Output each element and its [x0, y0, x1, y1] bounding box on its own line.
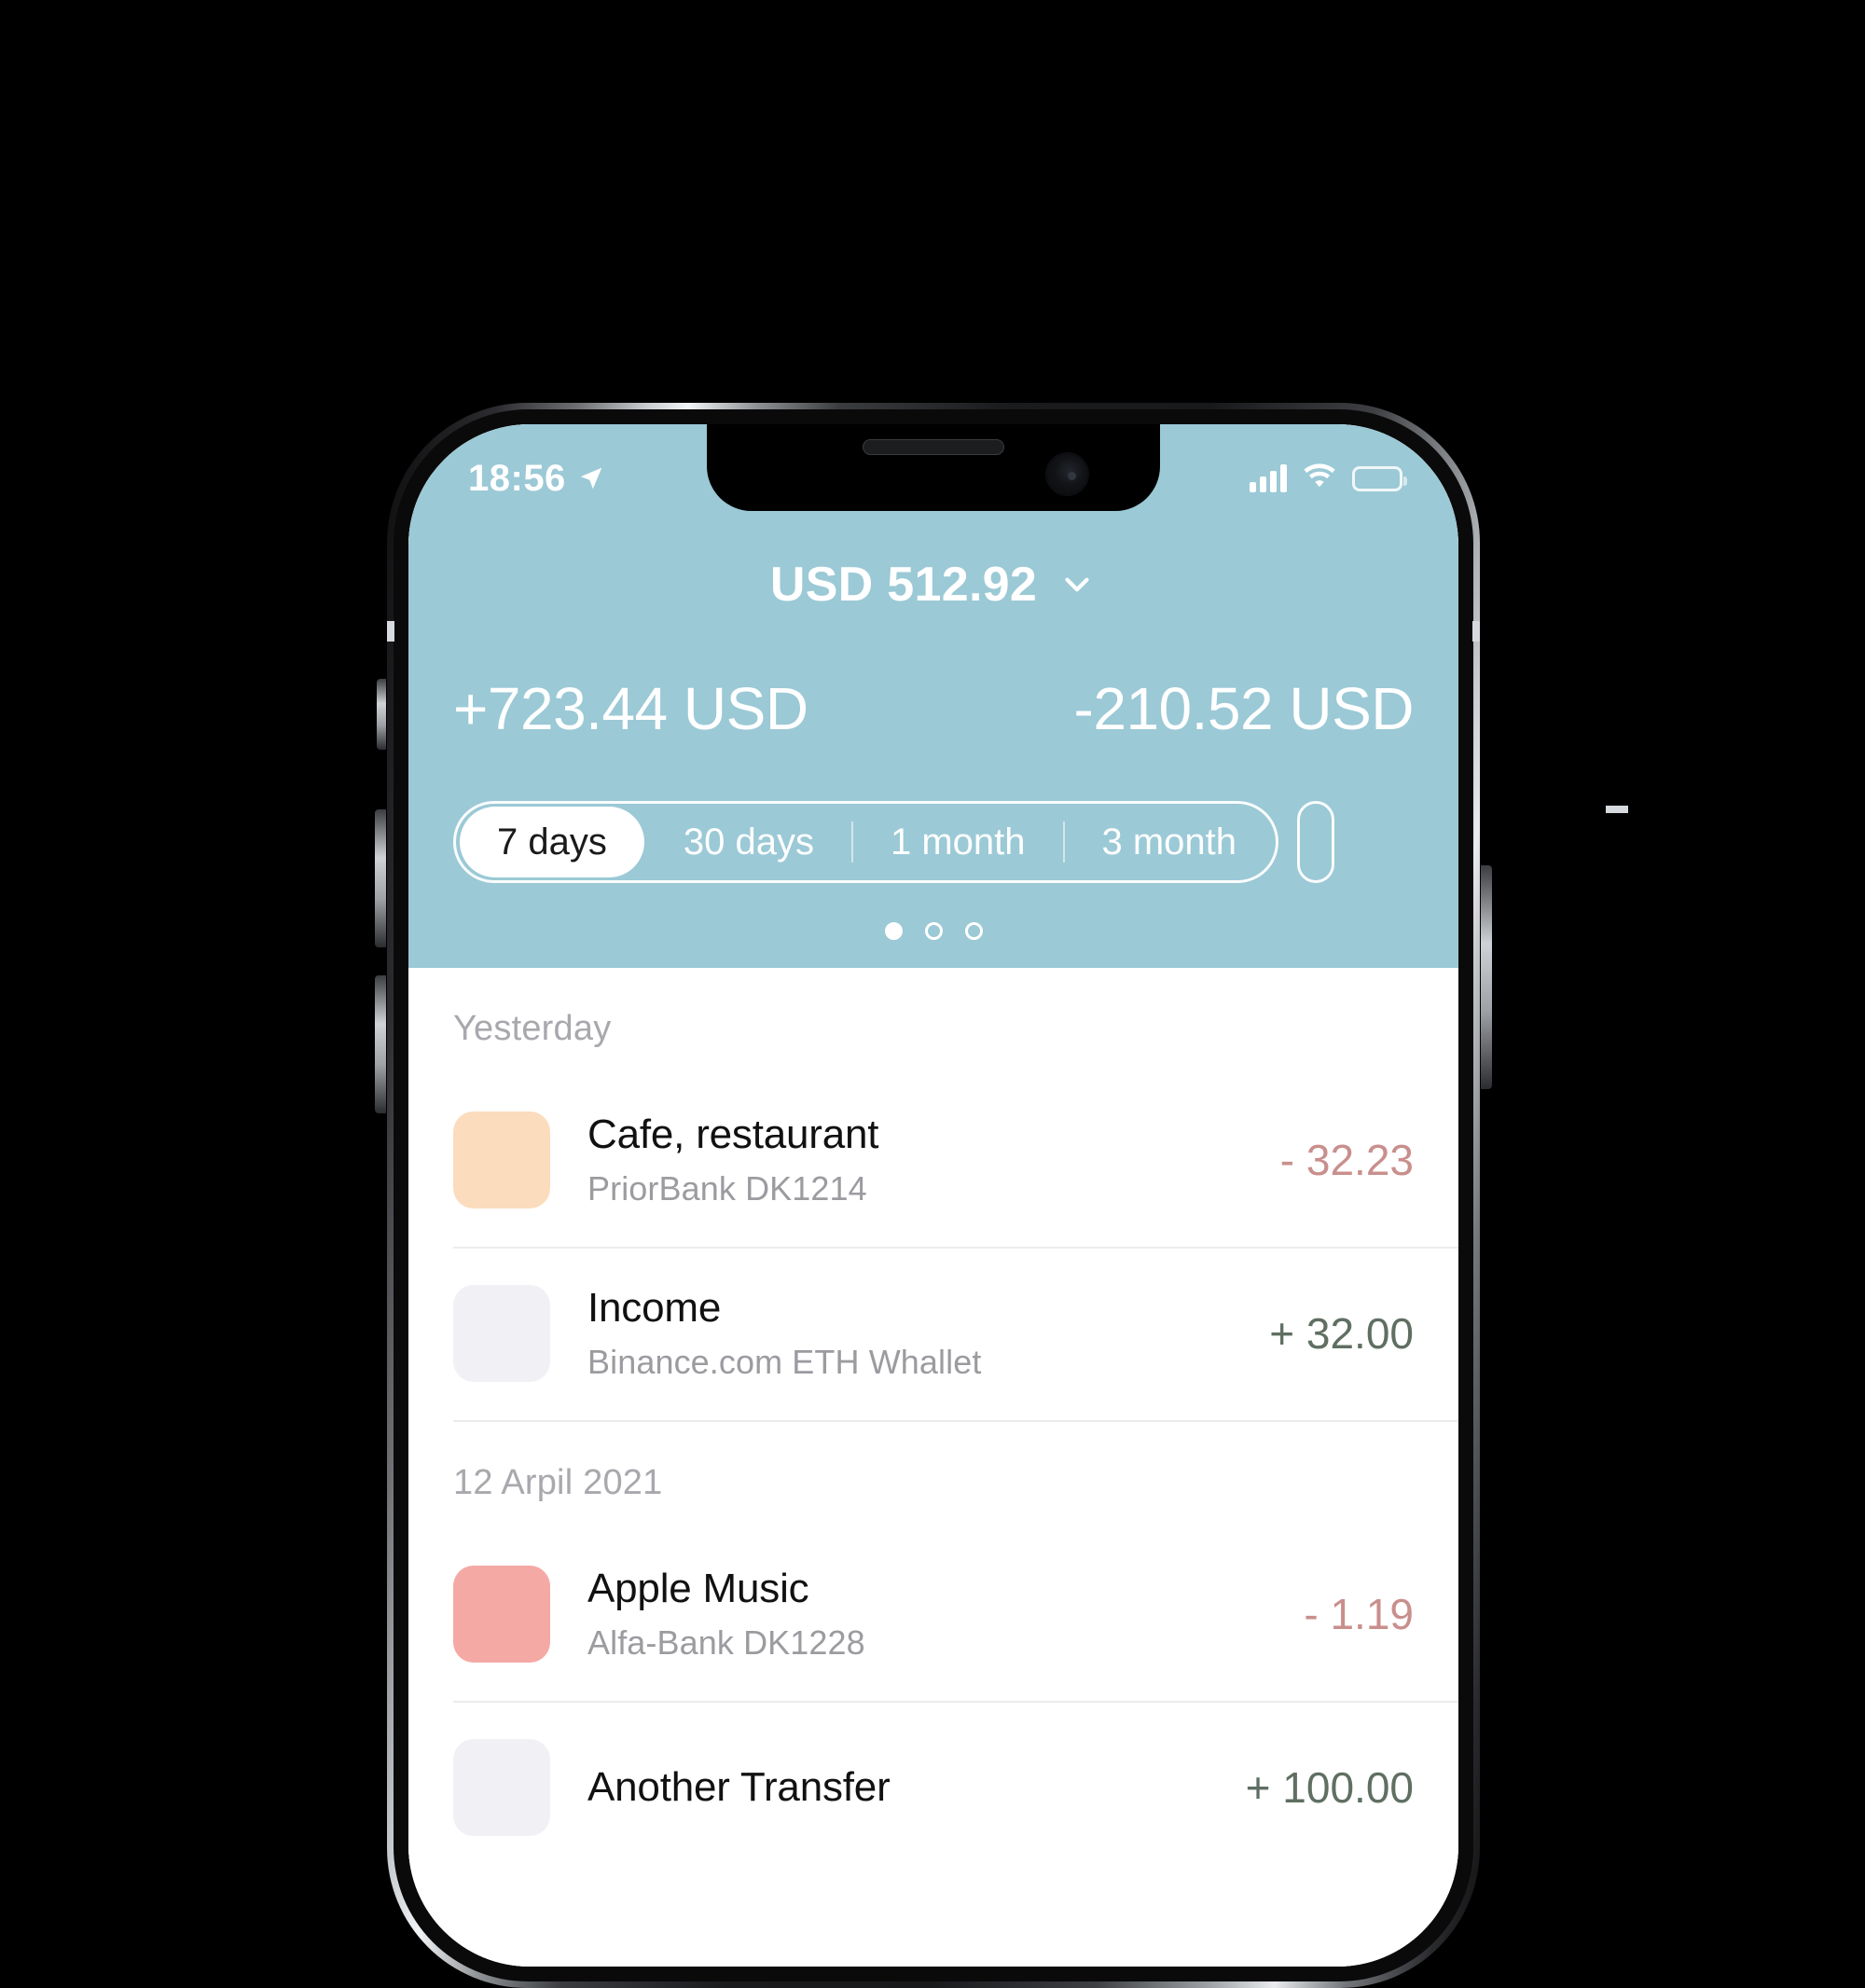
transaction-text: Cafe, restaurant PriorBank DK1214	[587, 1111, 1280, 1208]
transaction-amount: + 100.00	[1245, 1763, 1414, 1812]
table-row[interactable]: Apple Music Alfa-Bank DK1228 - 1.19	[408, 1527, 1458, 1701]
antenna-band-right	[1472, 621, 1480, 642]
transaction-subtitle: Binance.com ETH Whallet	[587, 1343, 982, 1381]
silent-switch[interactable]	[377, 679, 386, 750]
transaction-text: Another Transfer	[587, 1764, 1246, 1811]
transaction-title: Apple Music	[587, 1566, 809, 1611]
income-total: +723.44 USD	[453, 675, 808, 742]
transaction-amount: + 32.00	[1269, 1309, 1414, 1358]
status-bar-right	[1250, 462, 1407, 494]
battery-full-icon	[1352, 465, 1407, 491]
expense-total: -210.52 USD	[1073, 675, 1415, 742]
period-tab-1-month[interactable]: 1 month	[853, 807, 1063, 877]
category-icon	[453, 1111, 550, 1208]
status-time: 18:56	[468, 457, 566, 499]
transaction-title: Cafe, restaurant	[587, 1111, 879, 1157]
phone-screen: 18:56 USD 512.92 +723.44 USD -210.52 USD…	[408, 424, 1458, 1967]
transaction-text: Apple Music Alfa-Bank DK1228	[587, 1566, 1304, 1663]
totals-row: +723.44 USD -210.52 USD	[408, 674, 1458, 743]
transaction-amount: - 1.19	[1304, 1590, 1414, 1638]
wifi-icon	[1303, 462, 1336, 494]
table-row[interactable]: Another Transfer + 100.00	[408, 1701, 1458, 1874]
category-icon	[453, 1739, 550, 1836]
table-row[interactable]: Income Binance.com ETH Whallet + 32.00	[408, 1247, 1458, 1420]
volume-up-button[interactable]	[375, 809, 386, 947]
chevron-down-icon[interactable]	[1057, 565, 1097, 604]
date-header-yesterday: Yesterday	[453, 1009, 612, 1048]
page-dots[interactable]	[408, 922, 1458, 968]
notch	[707, 424, 1160, 511]
transaction-text: Income Binance.com ETH Whallet	[587, 1285, 1269, 1382]
category-icon	[453, 1566, 550, 1663]
antenna-band-top	[1606, 806, 1628, 813]
app-root: 18:56 USD 512.92 +723.44 USD -210.52 USD…	[408, 424, 1458, 1967]
status-bar-left: 18:56	[468, 458, 605, 500]
volume-down-button[interactable]	[375, 975, 386, 1113]
transaction-subtitle: PriorBank DK1214	[587, 1169, 867, 1208]
balance-amount: USD 512.92	[769, 558, 1038, 612]
category-icon	[453, 1285, 550, 1382]
page-dot-3[interactable]	[964, 922, 983, 940]
period-tab-3-month[interactable]: 3 month	[1065, 807, 1275, 877]
transaction-title: Another Transfer	[587, 1764, 891, 1810]
cellular-signal-icon	[1250, 464, 1287, 492]
phone-frame-inner: 18:56 USD 512.92 +723.44 USD -210.52 USD…	[394, 409, 1473, 1981]
period-segment-group-next[interactable]	[1297, 801, 1335, 883]
power-button[interactable]	[1481, 865, 1492, 1089]
transaction-subtitle: Alfa-Bank DK1228	[587, 1623, 865, 1662]
period-segment-group[interactable]: 7 days 30 days 1 month 3 month	[453, 801, 1279, 883]
period-selector[interactable]: 7 days 30 days 1 month 3 month	[408, 801, 1458, 883]
transaction-title: Income	[587, 1285, 722, 1331]
table-row[interactable]: Cafe, restaurant PriorBank DK1214 - 32.2…	[408, 1073, 1458, 1247]
transaction-list[interactable]: Yesterday Cafe, restaurant PriorBank DK1…	[408, 968, 1458, 1967]
page-dot-2[interactable]	[924, 922, 943, 940]
front-camera-icon	[1047, 454, 1087, 494]
date-header-12-april-2021: 12 Arpil 2021	[453, 1420, 1458, 1527]
period-tab-30-days[interactable]: 30 days	[646, 807, 851, 877]
transaction-amount: - 32.23	[1279, 1136, 1414, 1184]
balance-selector[interactable]: USD 512.92	[408, 557, 1458, 613]
antenna-band-left	[387, 621, 394, 642]
phone-frame: 18:56 USD 512.92 +723.44 USD -210.52 USD…	[387, 403, 1628, 1988]
period-tab-7-days[interactable]: 7 days	[460, 807, 644, 877]
earpiece-speaker	[863, 439, 1004, 455]
location-arrow-icon	[577, 464, 605, 492]
page-dot-1[interactable]	[884, 922, 903, 940]
